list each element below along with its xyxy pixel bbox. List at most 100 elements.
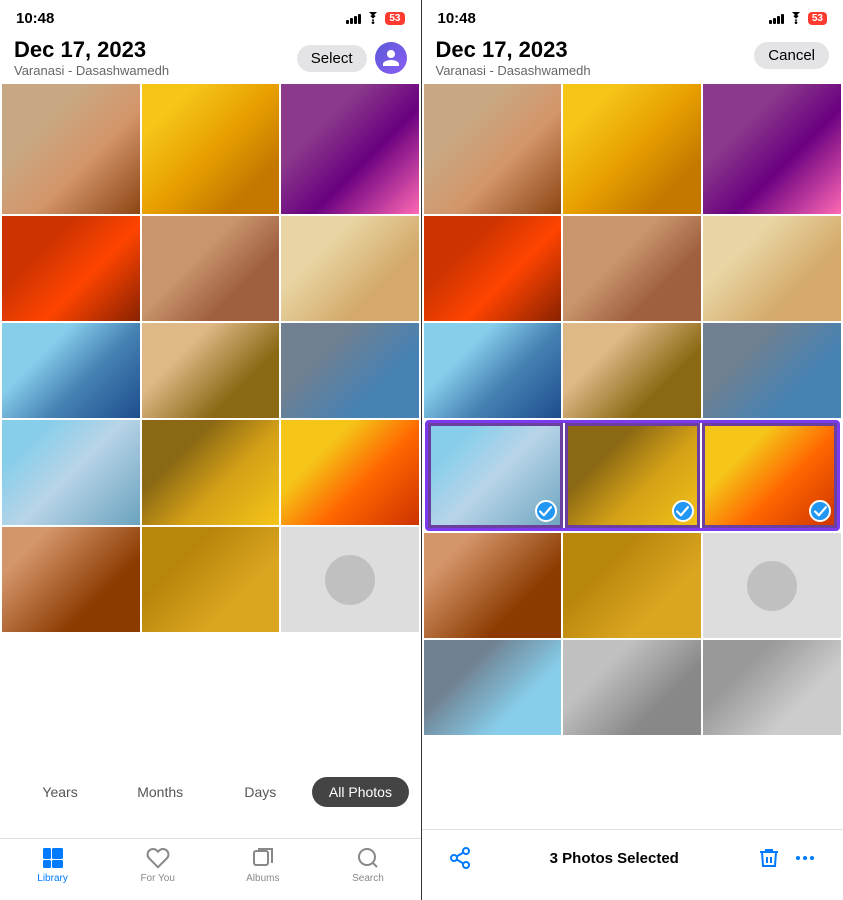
selection-toolbar: 3 Photos Selected xyxy=(422,829,843,900)
photo-cell[interactable] xyxy=(2,323,140,418)
select-button[interactable]: Select xyxy=(297,45,367,72)
tab-bar-left: Library For You Albums xyxy=(0,838,421,900)
tab-for-you-label: For You xyxy=(140,873,174,884)
avatar-button[interactable] xyxy=(375,42,407,74)
photo-cell[interactable] xyxy=(563,216,701,321)
tab-bar-inner-left: Library For You Albums xyxy=(0,845,421,884)
check-circle-1 xyxy=(535,500,557,522)
photo-cell[interactable] xyxy=(424,640,562,735)
header-date-right: Dec 17, 2023 xyxy=(436,38,591,62)
cancel-button[interactable]: Cancel xyxy=(754,42,829,69)
tab-search-label: Search xyxy=(352,873,384,884)
timeline-bar: Years Months Days All Photos xyxy=(0,769,421,815)
share-button[interactable] xyxy=(442,840,478,876)
timeline-all-photos[interactable]: All Photos xyxy=(312,777,408,807)
photo-row-4 xyxy=(2,420,419,525)
photo-row-r2 xyxy=(424,216,842,321)
more-button[interactable] xyxy=(787,840,823,876)
tab-for-you[interactable]: For You xyxy=(128,845,188,884)
photo-cell[interactable] xyxy=(424,84,562,214)
photo-grid-left xyxy=(0,82,421,636)
photo-cell[interactable] xyxy=(424,533,562,638)
photo-cell[interactable] xyxy=(281,420,419,525)
photo-cell[interactable] xyxy=(703,84,841,214)
battery-right: 53 xyxy=(808,12,827,25)
person-icon xyxy=(381,48,401,68)
photo-cell[interactable] xyxy=(703,533,841,638)
status-bar-left: 10:48 53 xyxy=(0,0,421,32)
header-location-right: Varanasi - Dasashwamedh xyxy=(436,63,591,78)
photo-cell[interactable] xyxy=(563,84,701,214)
search-icon xyxy=(355,845,381,871)
header-info-left: Dec 17, 2023 Varanasi - Dasashwamedh xyxy=(14,38,169,78)
photo-cell[interactable] xyxy=(424,216,562,321)
photo-row-r5 xyxy=(424,533,842,638)
photo-cell[interactable] xyxy=(281,323,419,418)
library-icon xyxy=(40,845,66,871)
wifi-icon-right xyxy=(788,12,804,24)
status-icons-right: 53 xyxy=(769,12,827,25)
tab-search[interactable]: Search xyxy=(338,845,398,884)
photo-cell[interactable] xyxy=(2,216,140,321)
signal-icon-left xyxy=(346,12,361,24)
status-icons-left: 53 xyxy=(346,12,404,25)
header-date-left: Dec 17, 2023 xyxy=(14,38,169,62)
photo-cell[interactable] xyxy=(424,323,562,418)
photo-cell-selected[interactable] xyxy=(428,423,563,528)
photo-row-2 xyxy=(2,216,419,321)
photo-cell[interactable] xyxy=(563,533,701,638)
photo-cell-selected[interactable] xyxy=(565,423,700,528)
tab-library[interactable]: Library xyxy=(23,845,83,884)
selection-count-label: 3 Photos Selected xyxy=(478,850,752,867)
wifi-icon-left xyxy=(365,12,381,24)
photo-cell[interactable] xyxy=(2,420,140,525)
header-actions-left: Select xyxy=(297,42,407,74)
photo-cell-selected[interactable] xyxy=(702,423,837,528)
check-circle-2 xyxy=(672,500,694,522)
photo-row-3 xyxy=(2,323,419,418)
right-panel: 10:48 53 Dec 17, 2023 Varanasi - Dasashw… xyxy=(422,0,843,900)
delete-button[interactable] xyxy=(751,840,787,876)
photo-row-1 xyxy=(2,84,419,214)
battery-left: 53 xyxy=(385,12,404,25)
photo-row-r6 xyxy=(424,640,842,735)
photo-cell[interactable] xyxy=(281,84,419,214)
photo-cell[interactable] xyxy=(142,323,280,418)
photo-row-r4 xyxy=(428,423,838,528)
status-bar-right: 10:48 53 xyxy=(422,0,843,32)
photo-cell[interactable] xyxy=(142,84,280,214)
photo-cell[interactable] xyxy=(563,323,701,418)
photo-cell[interactable] xyxy=(703,216,841,321)
photo-row-r1 xyxy=(424,84,842,214)
timeline-years[interactable]: Years xyxy=(12,777,108,807)
signal-icon-right xyxy=(769,12,784,24)
status-time-right: 10:48 xyxy=(438,10,476,27)
photo-header-right: Dec 17, 2023 Varanasi - Dasashwamedh Can… xyxy=(422,32,843,82)
header-location-left: Varanasi - Dasashwamedh xyxy=(14,63,169,78)
photo-cell[interactable] xyxy=(703,640,841,735)
header-actions-right: Cancel xyxy=(754,42,829,69)
status-time-left: 10:48 xyxy=(16,10,54,27)
timeline-days[interactable]: Days xyxy=(212,777,308,807)
photo-cell[interactable] xyxy=(281,527,419,632)
tab-albums[interactable]: Albums xyxy=(233,845,293,884)
photo-cell[interactable] xyxy=(703,323,841,418)
photo-cell[interactable] xyxy=(142,216,280,321)
selected-group xyxy=(425,420,841,531)
timeline-months[interactable]: Months xyxy=(112,777,208,807)
tab-albums-label: Albums xyxy=(246,873,279,884)
photo-row-5 xyxy=(2,527,419,632)
photo-cell[interactable] xyxy=(2,527,140,632)
tab-library-label: Library xyxy=(37,873,68,884)
photo-grid-right xyxy=(422,82,843,739)
header-info-right: Dec 17, 2023 Varanasi - Dasashwamedh xyxy=(436,38,591,78)
photo-row-r3 xyxy=(424,323,842,418)
photo-cell[interactable] xyxy=(142,420,280,525)
photo-cell[interactable] xyxy=(563,640,701,735)
photo-cell[interactable] xyxy=(2,84,140,214)
photo-cell[interactable] xyxy=(281,216,419,321)
albums-icon xyxy=(250,845,276,871)
left-panel: 10:48 53 Dec 17, 2023 Varanasi - Dasashw… xyxy=(0,0,422,900)
photo-cell[interactable] xyxy=(142,527,280,632)
heart-icon xyxy=(145,845,171,871)
